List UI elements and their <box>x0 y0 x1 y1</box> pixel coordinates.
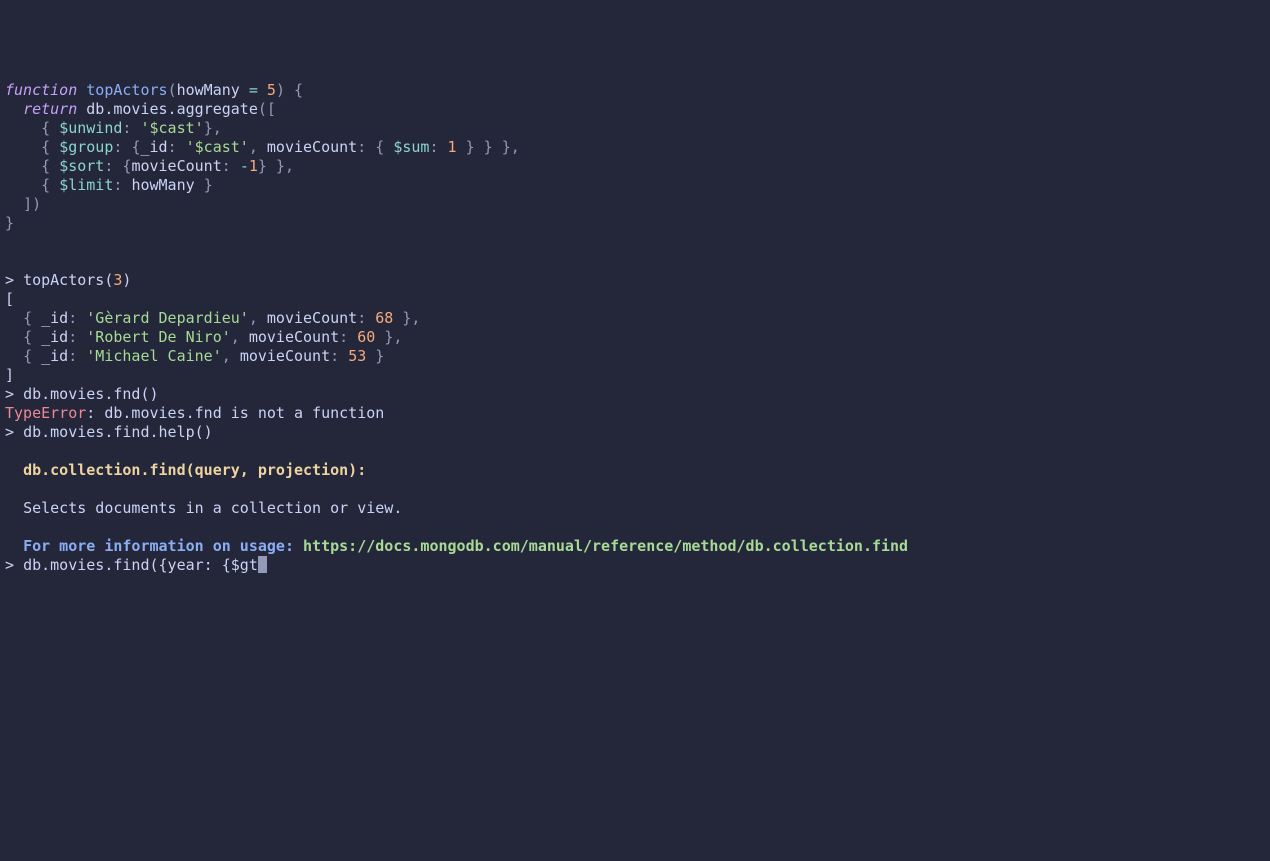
prompt-symbol: > <box>5 556 14 574</box>
current-input[interactable]: db.movies.find({year: {$gt <box>23 556 258 574</box>
cursor-icon <box>258 556 267 573</box>
prompt-symbol: > <box>5 423 14 441</box>
result-mc-key: movieCount <box>267 309 357 327</box>
result-mc-key: movieCount <box>249 328 339 346</box>
punct: ]) <box>23 195 41 213</box>
brace-close: }, <box>402 309 420 327</box>
brace-open: { <box>41 157 50 175</box>
fnd-call: db.movies.fnd() <box>23 385 158 403</box>
parameter: howMany <box>177 81 240 99</box>
brace-close: } <box>204 176 213 194</box>
brace-open: { <box>41 176 50 194</box>
brace-open: { <box>294 81 303 99</box>
unwind-val: '$cast' <box>140 119 203 137</box>
colon: : <box>113 176 122 194</box>
brace-close: } } }, <box>466 138 520 156</box>
brace-open: { <box>375 138 384 156</box>
colon: : <box>122 119 131 137</box>
colon: : <box>113 138 122 156</box>
help-call: db.movies.find.help() <box>23 423 213 441</box>
colon: : <box>68 328 77 346</box>
colon: : <box>429 138 438 156</box>
comma: , <box>249 138 258 156</box>
prompt-symbol: > <box>5 385 14 403</box>
bracket-open: [ <box>5 290 14 308</box>
result-id-key: _id <box>41 328 68 346</box>
brace-open: { <box>23 328 32 346</box>
db-call: db.movies.aggregate <box>86 100 258 118</box>
help-signature: db.collection.find(query, projection): <box>23 461 366 479</box>
terminal-output[interactable]: function topActors(howMany = 5) { return… <box>5 81 1265 575</box>
result-mc-key: movieCount <box>240 347 330 365</box>
brace-open: { <box>23 309 32 327</box>
brace-close: } <box>375 347 384 365</box>
group-key: $group <box>59 138 113 156</box>
id-key: _id <box>140 138 167 156</box>
colon: : <box>357 309 366 327</box>
result-id-0: 'Gèrard Depardieu' <box>86 309 249 327</box>
colon: : <box>68 309 77 327</box>
comma: , <box>222 347 231 365</box>
limit-key: $limit <box>59 176 113 194</box>
function-name: topActors <box>86 81 167 99</box>
punct: ([ <box>258 100 276 118</box>
paren-open: ( <box>168 81 177 99</box>
colon: : <box>104 157 113 175</box>
colon: : <box>357 138 366 156</box>
help-description: Selects documents in a collection or vie… <box>23 499 402 517</box>
error-msg: : db.movies.fnd is not a function <box>86 404 384 422</box>
unwind-key: $unwind <box>59 119 122 137</box>
equals-op: = <box>249 81 258 99</box>
colon: : <box>339 328 348 346</box>
result-count-2: 53 <box>348 347 366 365</box>
limit-val: howMany <box>131 176 194 194</box>
prompt-symbol: > <box>5 271 14 289</box>
result-id-key: _id <box>41 309 68 327</box>
colon: : <box>330 347 339 365</box>
result-count-1: 60 <box>357 328 375 346</box>
call-fn: topActors <box>23 271 104 289</box>
minus-op: - <box>240 157 249 175</box>
brace-close: } }, <box>258 157 294 175</box>
sort-dir: 1 <box>249 157 258 175</box>
brace-open: { <box>41 119 50 137</box>
sort-field: movieCount <box>131 157 221 175</box>
brace-close: }, <box>384 328 402 346</box>
paren-close: ) <box>276 81 285 99</box>
colon: : <box>168 138 177 156</box>
result-id-1: 'Robert De Niro' <box>86 328 231 346</box>
sum-val: 1 <box>448 138 457 156</box>
comma: , <box>249 309 258 327</box>
help-url[interactable]: https://docs.mongodb.com/manual/referenc… <box>303 537 908 555</box>
keyword-return: return <box>23 100 77 118</box>
default-value: 5 <box>267 81 276 99</box>
result-count-0: 68 <box>375 309 393 327</box>
result-id-2: 'Michael Caine' <box>86 347 221 365</box>
result-id-key: _id <box>41 347 68 365</box>
error-type: TypeError <box>5 404 86 422</box>
bracket-close: ] <box>5 366 14 384</box>
paren: ) <box>122 271 131 289</box>
id-val: '$cast' <box>186 138 249 156</box>
colon: : <box>68 347 77 365</box>
comma: , <box>231 328 240 346</box>
brace-open: { <box>23 347 32 365</box>
help-more-info: For more information on usage: <box>23 537 303 555</box>
moviecount-key: movieCount <box>267 138 357 156</box>
keyword-function: function <box>5 81 77 99</box>
sort-key: $sort <box>59 157 104 175</box>
brace-open: { <box>41 138 50 156</box>
sum-key: $sum <box>393 138 429 156</box>
brace-close: } <box>5 214 14 232</box>
brace-close: }, <box>204 119 222 137</box>
colon: : <box>222 157 231 175</box>
